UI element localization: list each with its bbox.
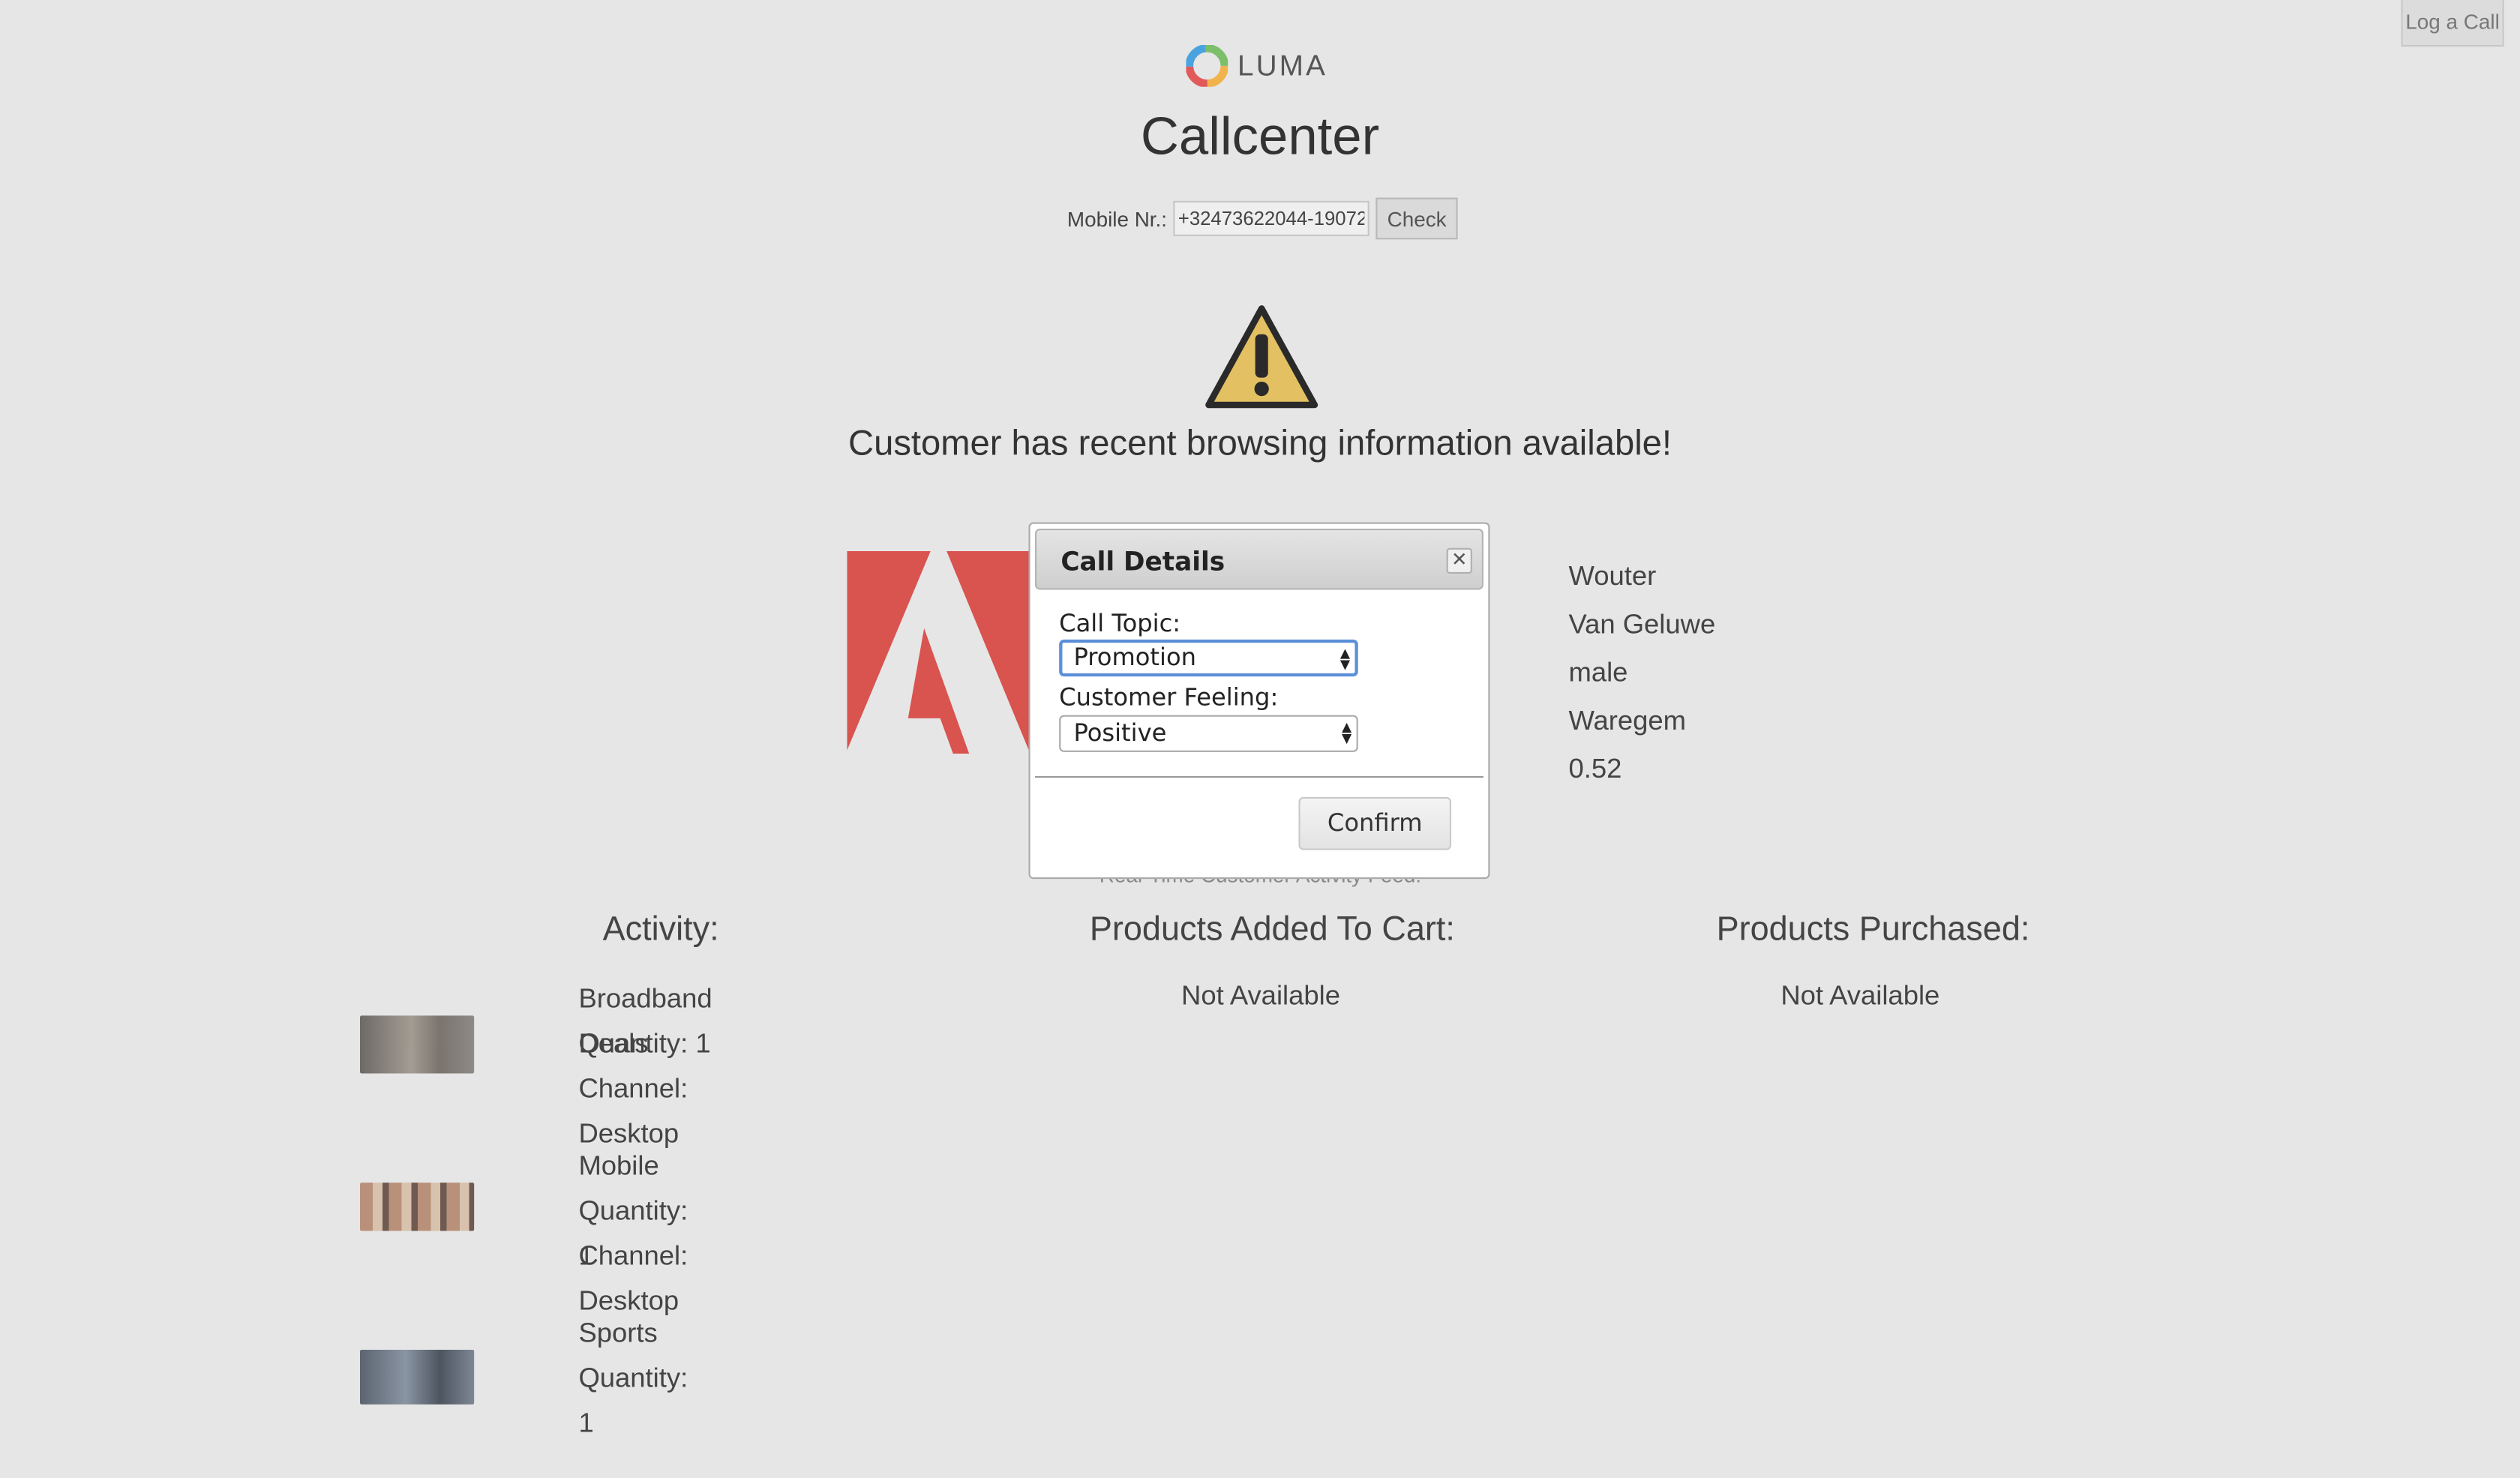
mobile-label: Mobile Nr.: (1066, 206, 1168, 231)
activity-quantity: Quantity: 1 (578, 1195, 688, 1272)
purchased-value: Not Available (1780, 980, 1940, 1011)
cart-value: Not Available (1181, 980, 1341, 1011)
activity-thumbnail (360, 1350, 475, 1405)
page-title: Callcenter (1140, 106, 1380, 166)
brand-name: LUMA (1238, 49, 1328, 82)
customer-feeling-value: Positive (1073, 718, 1167, 748)
call-details-dialog: Call Details ✕ Call Topic: Promotion ▲ ▼ … (1028, 522, 1490, 880)
dialog-header[interactable]: Call Details ✕ (1035, 529, 1484, 590)
dialog-divider (1035, 776, 1484, 778)
customer-feeling-select[interactable]: Positive ▲ ▼ (1059, 715, 1358, 752)
luma-logo: LUMA (1185, 43, 1328, 88)
mobile-number-input[interactable] (1173, 200, 1370, 237)
activity-thumbnail (360, 1183, 475, 1231)
purchased-heading: Products Purchased: (1716, 911, 2030, 949)
activity-quantity: Quantity: 1 (578, 1363, 688, 1438)
log-a-call-button[interactable]: Log a Call (2401, 0, 2504, 47)
activity-channel: Channel: Desktop (578, 1073, 688, 1150)
select-arrows-icon: ▲ ▼ (1341, 720, 1352, 746)
close-icon[interactable]: ✕ (1446, 547, 1472, 574)
browsing-alert-message: Customer has recent browsing information… (848, 422, 1672, 463)
call-topic-select[interactable]: Promotion ▲ ▼ (1059, 639, 1358, 677)
confirm-button[interactable]: Confirm (1298, 796, 1452, 850)
cart-heading: Products Added To Cart: (1089, 911, 1455, 949)
activity-quantity: Quantity: 1 (578, 1028, 711, 1060)
check-button[interactable]: Check (1376, 197, 1458, 240)
customer-gender: male (1568, 657, 1628, 688)
dialog-title: Call Details (1060, 546, 1226, 577)
customer-first-name: Wouter (1568, 560, 1657, 592)
customer-feeling-label: Customer Feeling: (1059, 682, 1279, 712)
activity-thumbnail (360, 1015, 475, 1074)
adobe-logo (847, 551, 1030, 754)
select-arrows-icon: ▲ ▼ (1340, 646, 1351, 672)
activity-name: Mobile (578, 1150, 659, 1182)
customer-profile: Wouter Van Geluwe male Waregem 0.52 (1568, 556, 1715, 796)
luma-logo-icon (1185, 43, 1229, 88)
activity-channel: Channel: Desktop (578, 1240, 688, 1317)
call-topic-value: Promotion (1073, 643, 1197, 672)
customer-city: Waregem (1568, 705, 1687, 736)
activity-name: Sports (578, 1318, 658, 1348)
activity-heading: Activity: (602, 911, 719, 949)
call-topic-label: Call Topic: (1059, 609, 1181, 638)
customer-last-name: Van Geluwe (1568, 609, 1716, 640)
warning-icon (1204, 302, 1319, 419)
activity-name: Broadband Deals (578, 983, 712, 1060)
mobile-lookup: Mobile Nr.: Check (1066, 197, 1458, 240)
customer-score: 0.52 (1568, 754, 1622, 784)
